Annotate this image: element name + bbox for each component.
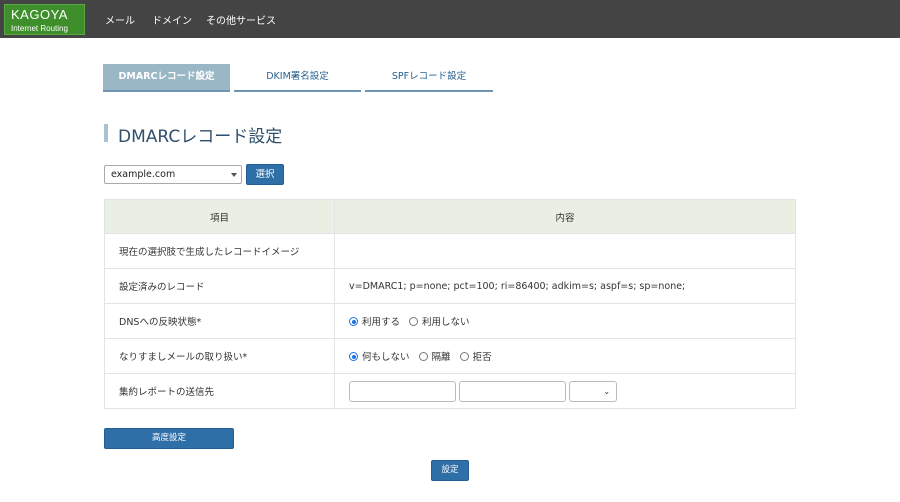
radio-label: 拒否 [472, 352, 492, 363]
nav-mail[interactable]: メール [105, 12, 135, 27]
report-domain-input[interactable] [459, 380, 567, 402]
radio-label: 隔離 [431, 352, 451, 363]
tab-dkim[interactable]: DKIM署名設定 [234, 64, 361, 92]
dns-status-radio-group: 利用する 利用しない [334, 303, 796, 339]
advanced-settings-button[interactable]: 高度設定 [104, 428, 234, 449]
table-row: 集約レポートの送信先 ⌄ [104, 373, 796, 409]
row-value-current-record: v=DMARC1; p=none; pct=100; ri=86400; adk… [334, 268, 796, 304]
radio-unchecked-icon[interactable] [418, 352, 428, 361]
radio-label: 何もしない [362, 352, 410, 363]
title-accent-bar [104, 124, 108, 142]
radio-option-none[interactable]: 何もしない [349, 349, 410, 363]
radio-unchecked-icon[interactable] [409, 317, 419, 326]
tab-spf[interactable]: SPFレコード設定 [365, 64, 493, 92]
nav-other-services[interactable]: その他サービス [206, 12, 276, 27]
table-row: 現在の選択肢で生成したレコードイメージ [104, 233, 796, 269]
report-destination-fields: ⌄ [334, 373, 796, 409]
radio-unchecked-icon[interactable] [459, 352, 469, 361]
nav-domain[interactable]: ドメイン [152, 12, 192, 27]
report-domain-select[interactable]: ⌄ [569, 380, 618, 402]
header-content: 内容 [334, 199, 796, 234]
table-header-row: 項目 内容 [104, 199, 796, 234]
select-button[interactable]: 選択 [246, 164, 284, 185]
row-value-record-image [334, 233, 796, 269]
row-label-spoof-handling: なりすましメールの取り扱い* [104, 338, 335, 374]
radio-label: 利用する [362, 317, 401, 328]
kagoya-logo[interactable]: KAGOYA Internet Routing [4, 4, 85, 35]
table-row: なりすましメールの取り扱い* 何もしない 隔離 拒否 [104, 338, 796, 374]
radio-checked-icon[interactable] [349, 317, 358, 326]
domain-select[interactable]: example.com [104, 165, 242, 184]
domain-select-value: example.com [111, 169, 176, 180]
radio-option-reject[interactable]: 拒否 [459, 349, 492, 363]
radio-option-not-use[interactable]: 利用しない [409, 314, 470, 328]
tab-dmarc[interactable]: DMARCレコード設定 [103, 64, 230, 92]
table-row: 設定済みのレコード v=DMARC1; p=none; pct=100; ri=… [104, 268, 796, 304]
caret-down-icon [231, 173, 237, 177]
table-row: DNSへの反映状態* 利用する 利用しない [104, 303, 796, 339]
page-title: DMARCレコード設定 [118, 127, 283, 147]
radio-option-use[interactable]: 利用する [349, 314, 400, 328]
report-local-part-input[interactable] [349, 380, 456, 402]
row-label-current-record: 設定済みのレコード [104, 268, 335, 304]
logo-title: KAGOYA [11, 7, 68, 22]
row-label-record-image: 現在の選択肢で生成したレコードイメージ [104, 233, 335, 269]
logo-subtitle: Internet Routing [11, 24, 68, 33]
top-navbar: KAGOYA Internet Routing メール ドメイン その他サービス [0, 0, 900, 38]
row-label-dns-status: DNSへの反映状態* [104, 303, 335, 339]
radio-label: 利用しない [422, 317, 470, 328]
submit-button[interactable]: 設定 [431, 460, 469, 481]
dmarc-settings-table: 項目 内容 現在の選択肢で生成したレコードイメージ 設定済みのレコード v=DM… [104, 199, 796, 409]
spoof-handling-radio-group: 何もしない 隔離 拒否 [334, 338, 796, 374]
row-label-report-destination: 集約レポートの送信先 [104, 373, 335, 409]
chevron-down-icon: ⌄ [603, 386, 611, 396]
header-item: 項目 [104, 199, 335, 234]
radio-checked-icon[interactable] [349, 352, 358, 361]
radio-option-quarantine[interactable]: 隔離 [418, 349, 451, 363]
